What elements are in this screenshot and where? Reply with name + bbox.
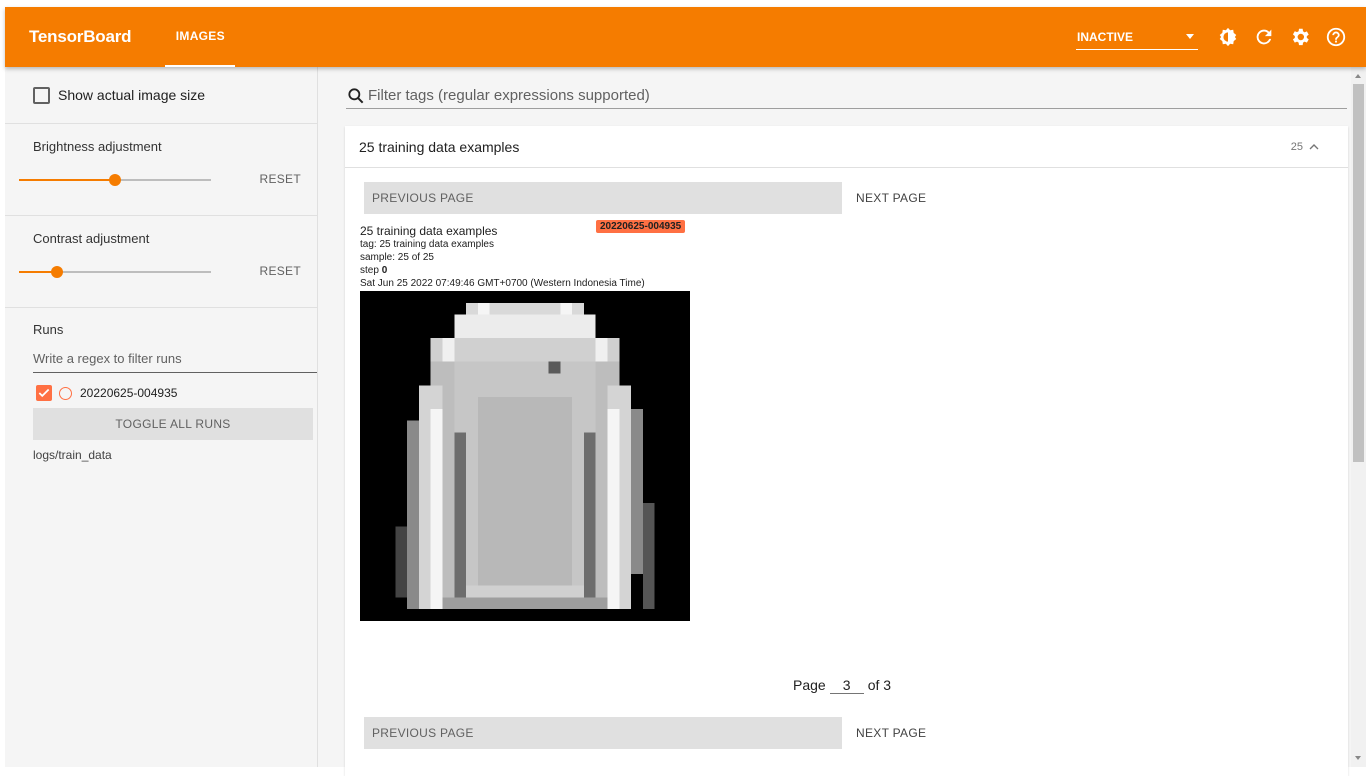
tab-images[interactable]: IMAGES	[165, 7, 236, 67]
show-actual-size-checkbox[interactable]: Show actual image size	[33, 67, 289, 123]
contrast-slider-thumb[interactable]	[51, 266, 64, 278]
image-sample: sample: 25 of 25	[360, 252, 434, 263]
previous-page-button[interactable]: PREVIOUS PAGE	[364, 182, 842, 214]
checkbox-box[interactable]	[33, 86, 50, 104]
run-color-radio[interactable]	[59, 386, 72, 400]
left-sidebar: Show actual image size Brightness adjust…	[5, 67, 318, 767]
run-badge: 20220625-004935	[596, 220, 686, 233]
contrast-section: Contrast adjustment RESET	[5, 216, 317, 308]
reload-status-select[interactable]: INACTIVE	[1076, 24, 1198, 50]
brightness-section: Brightness adjustment RESET	[5, 124, 317, 216]
status-value: INACTIVE	[1077, 29, 1134, 44]
brightness-label: Brightness adjustment	[33, 139, 162, 154]
brightness-reset-button[interactable]: RESET	[259, 172, 301, 186]
step-label: step	[360, 265, 379, 276]
page-number-input[interactable]: 3	[829, 671, 864, 694]
page-total: of 3	[867, 677, 892, 693]
help-icon[interactable]	[1324, 25, 1348, 49]
pager-bottom: PREVIOUS PAGE NEXT PAGE	[364, 717, 964, 749]
brightness-slider[interactable]	[19, 174, 211, 186]
toggle-all-runs-button[interactable]: TOGGLE ALL RUNS	[33, 408, 313, 440]
run-item[interactable]: 20220625-004935	[33, 378, 289, 408]
step-value: 0	[381, 265, 388, 276]
runs-title: Runs	[33, 322, 64, 337]
contrast-slider[interactable]	[19, 266, 211, 278]
brightness-slider-fill	[19, 179, 115, 181]
main-content: Filter tags (regular expressions support…	[318, 67, 1351, 776]
vertical-scrollbar[interactable]	[1351, 67, 1366, 767]
runs-filter-input[interactable]: Write a regex to filter runs	[33, 351, 317, 373]
logdir-label: logs/train_data	[33, 448, 112, 462]
scroll-down-icon[interactable]	[1355, 756, 1361, 760]
show-actual-size-label: Show actual image size	[58, 87, 206, 103]
check-icon	[38, 388, 50, 398]
scrollbar-thumb[interactable]	[1353, 84, 1364, 462]
top-app-bar: TensorBoard IMAGES INACTIVE	[5, 7, 1366, 67]
brightness-slider-thumb[interactable]	[109, 174, 121, 186]
brand-title: TensorBoard	[29, 27, 132, 46]
runs-section: Runs Write a regex to filter runs 202206…	[5, 308, 317, 462]
page-label: Page	[793, 677, 826, 693]
next-page-button[interactable]: NEXT PAGE	[856, 191, 926, 205]
previous-page-button-bottom[interactable]: PREVIOUS PAGE	[364, 717, 842, 749]
run-name: 20220625-004935	[80, 386, 178, 400]
next-page-button-bottom[interactable]: NEXT PAGE	[856, 726, 926, 740]
card-count: 25	[1291, 139, 1322, 155]
card-count-value: 25	[1290, 140, 1303, 153]
training-image	[360, 291, 690, 621]
tag-filter-bar[interactable]: Filter tags (regular expressions support…	[346, 83, 1347, 109]
pager-top: PREVIOUS PAGE NEXT PAGE	[364, 182, 964, 214]
image-entry: 20220625-004935 25 training data example…	[360, 220, 700, 621]
jacket-pixel-image	[360, 291, 690, 621]
images-card: 25 training data examples 25 PREVIOUS PA…	[345, 126, 1348, 776]
image-timestamp: Sat Jun 25 2022 07:49:46 GMT+0700 (Weste…	[360, 278, 645, 289]
card-title: 25 training data examples	[359, 138, 520, 155]
search-icon	[348, 87, 364, 103]
run-checkbox[interactable]	[36, 385, 52, 401]
page-indicator: Page 3 of 3	[793, 671, 891, 694]
image-step: step 0	[360, 264, 700, 277]
chevron-up-icon[interactable]	[1306, 139, 1322, 155]
reload-icon[interactable]	[1252, 25, 1276, 49]
tag-filter-input[interactable]: Filter tags (regular expressions support…	[368, 87, 650, 104]
image-tag: tag: 25 training data examples	[360, 239, 494, 250]
settings-gear-icon[interactable]	[1288, 25, 1312, 49]
contrast-label: Contrast adjustment	[33, 231, 150, 246]
show-actual-size-section: Show actual image size	[5, 67, 317, 124]
card-header[interactable]: 25 training data examples 25	[345, 126, 1348, 168]
chevron-down-icon	[1186, 34, 1194, 39]
contrast-reset-button[interactable]: RESET	[259, 264, 301, 278]
scroll-up-icon[interactable]	[1355, 74, 1361, 78]
theme-toggle-icon[interactable]	[1216, 25, 1240, 49]
